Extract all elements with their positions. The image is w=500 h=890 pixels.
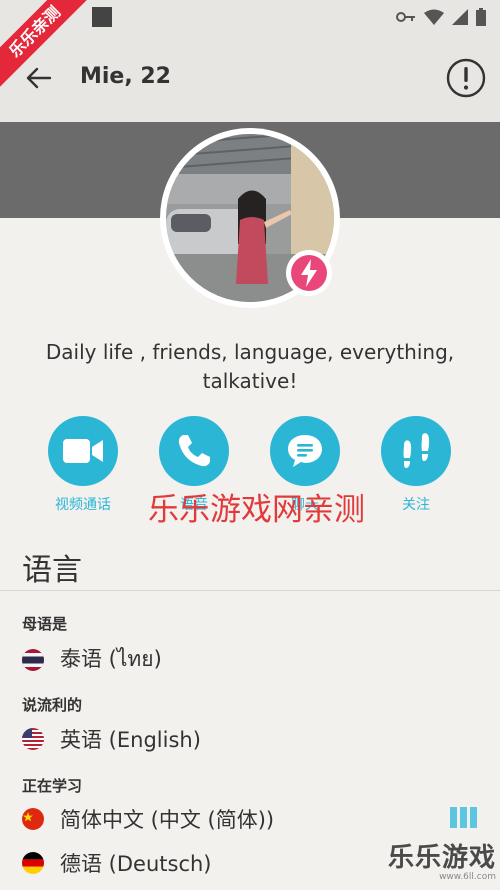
video-camera-icon	[63, 439, 103, 463]
footprints-icon	[403, 433, 430, 468]
action-label: 视频通话	[55, 497, 111, 513]
profile-bio: Daily life , friends, language, everythi…	[45, 340, 455, 393]
video-call-button[interactable]: 视频通话	[33, 416, 133, 514]
fluent-language-label: 说流利的	[22, 696, 83, 714]
app-bar: Mie, 22	[0, 34, 500, 122]
language-row-learning: 德语 (Deutsch)	[22, 848, 212, 878]
language-name: 简体中文 (中文 (简体))	[60, 808, 275, 832]
native-language-label: 母语是	[22, 615, 68, 633]
action-label: 关注	[402, 497, 430, 513]
back-button[interactable]	[22, 62, 54, 94]
arrow-left-icon	[26, 67, 52, 89]
watermark-logo-url: www.6ll.com	[439, 872, 496, 882]
learning-language-label: 正在学习	[22, 777, 83, 795]
key-icon	[396, 12, 415, 22]
proficiency-level-indicator	[450, 807, 477, 828]
china-flag-icon	[22, 808, 44, 830]
language-row-fluent: 英语 (English)	[22, 724, 201, 754]
germany-flag-icon	[22, 852, 44, 874]
report-button[interactable]	[446, 58, 486, 98]
notification-icon	[92, 7, 112, 27]
lightning-icon	[301, 259, 317, 287]
chat-bubble-icon	[288, 435, 322, 467]
battery-icon	[476, 8, 486, 26]
usa-flag-icon	[22, 728, 44, 750]
divider	[0, 590, 500, 591]
follow-button[interactable]: 关注	[366, 416, 466, 514]
watermark-text: 乐乐游戏网亲测	[148, 492, 365, 528]
watermark-logo-text: 乐乐游戏	[387, 843, 496, 873]
languages-heading: 语言	[22, 553, 82, 588]
phone-icon	[178, 435, 210, 467]
language-row-native: 泰语 (ไทย)	[22, 643, 162, 676]
wifi-icon	[424, 9, 444, 25]
page-title: Mie, 22	[80, 64, 171, 89]
language-row-learning: 简体中文 (中文 (简体))	[22, 804, 274, 834]
thailand-flag-icon	[22, 648, 44, 671]
signal-icon	[452, 9, 468, 25]
alert-circle-icon	[446, 58, 486, 98]
boost-badge	[286, 250, 332, 296]
watermark-logo: 乐乐游戏 www.6ll.com	[388, 844, 496, 882]
language-name: 英语 (English)	[60, 728, 201, 752]
language-name: 泰语 (ไทย)	[60, 647, 162, 671]
language-name: 德语 (Deutsch)	[60, 852, 212, 876]
